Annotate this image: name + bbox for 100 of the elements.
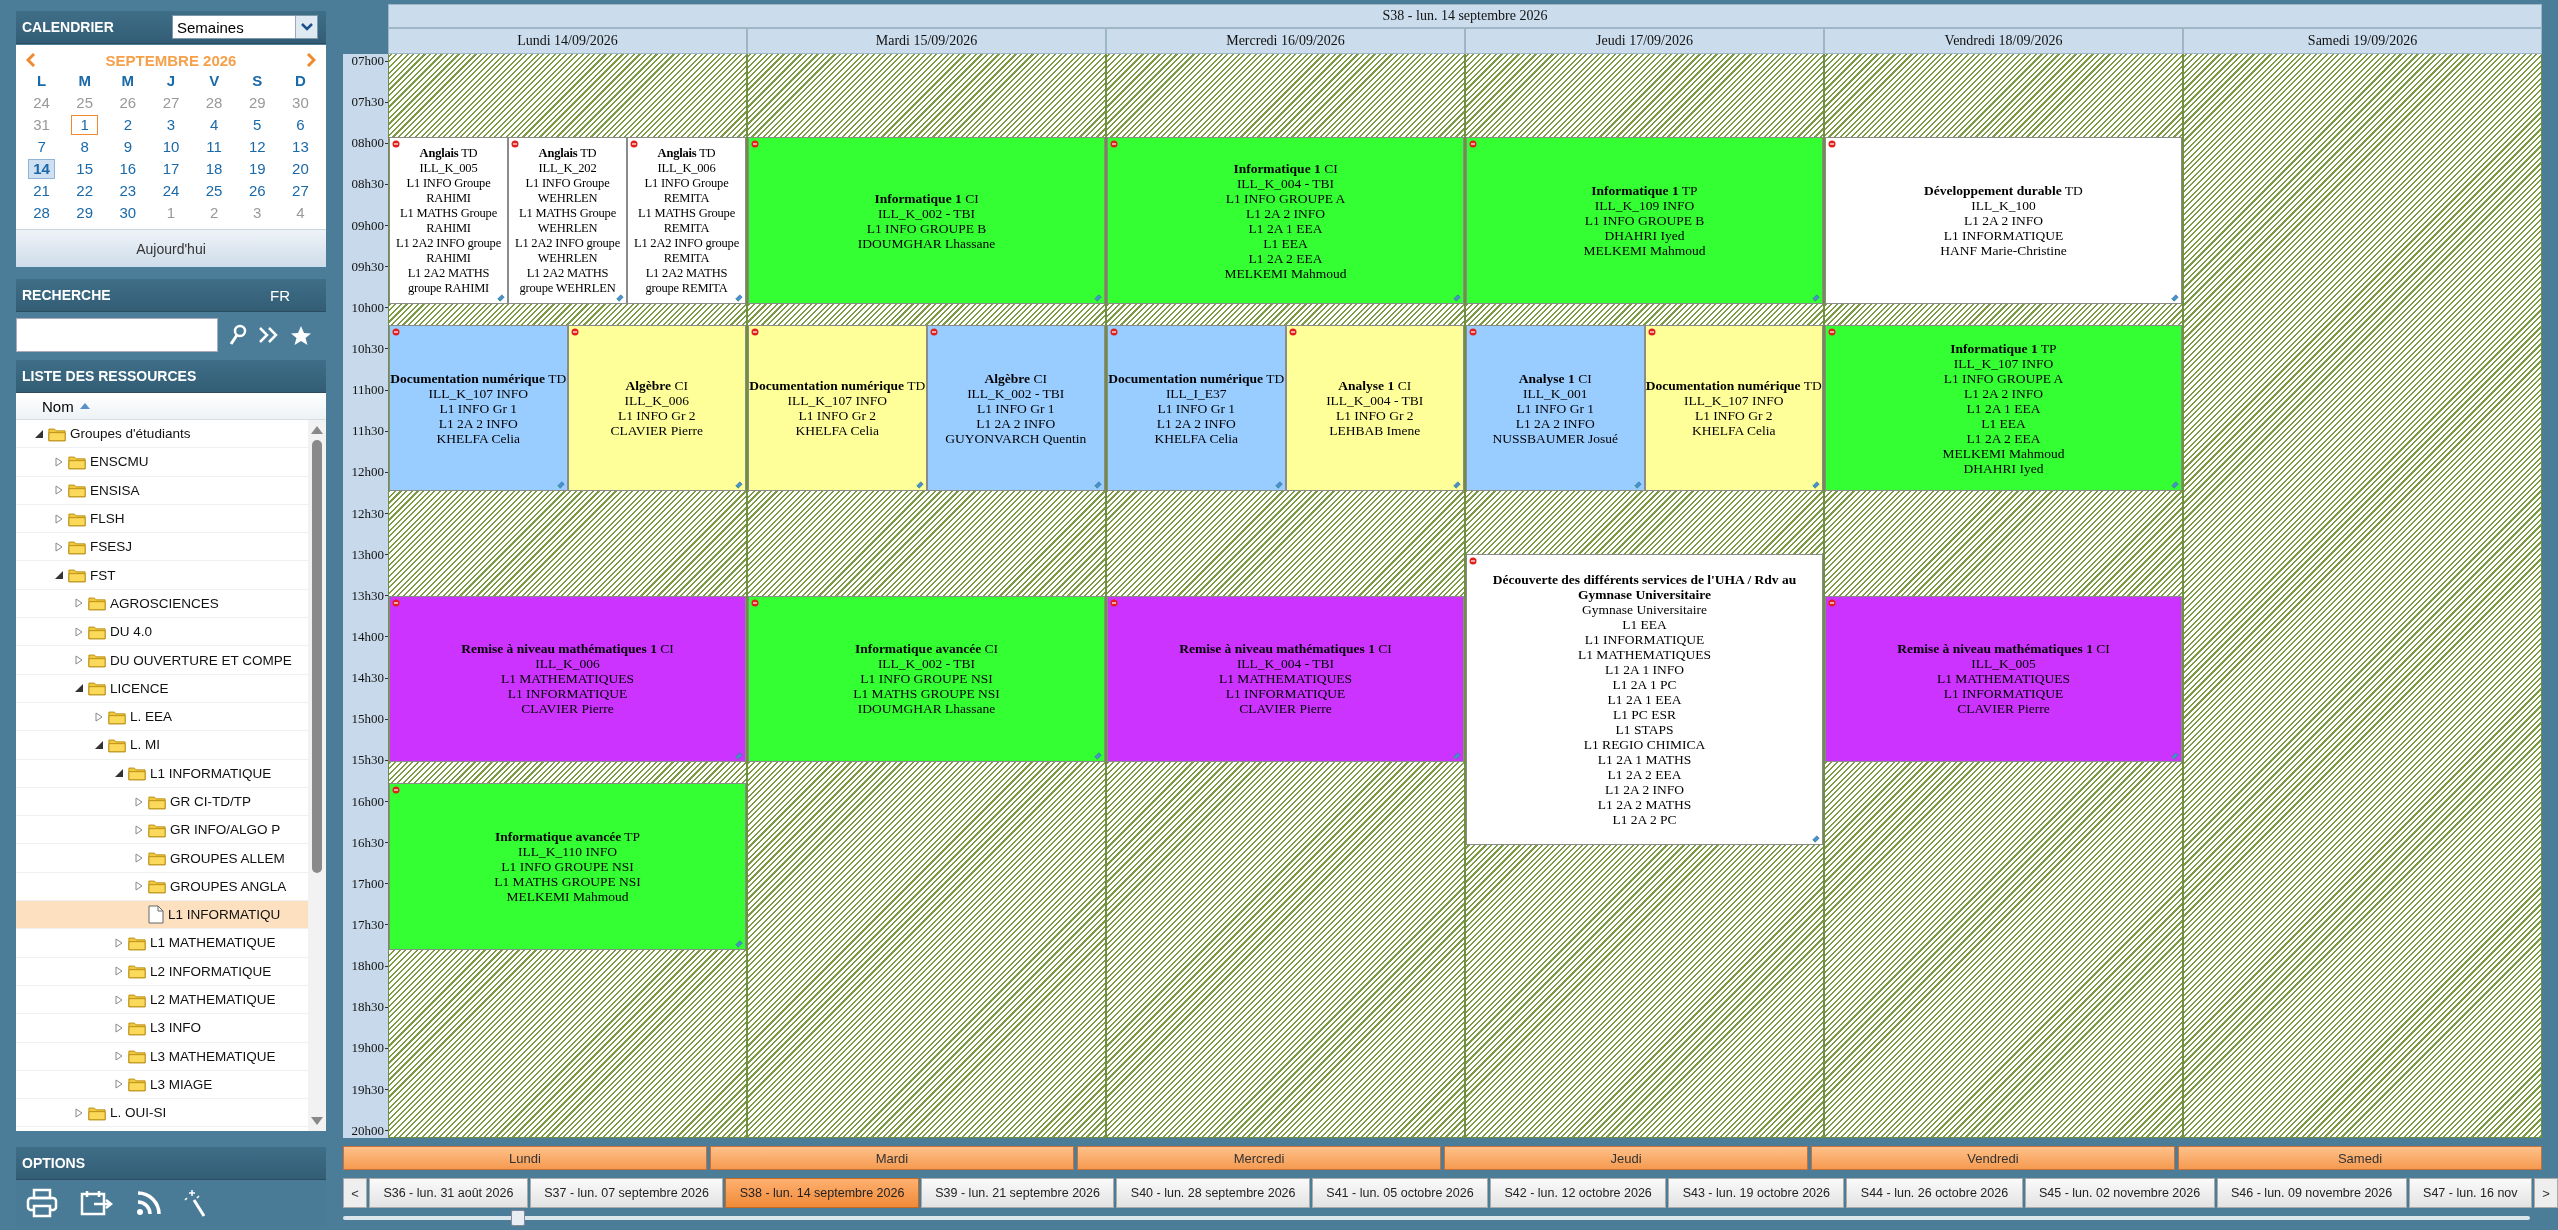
week-tab[interactable]: S46 - lun. 09 novembre 2026 — [2216, 1178, 2407, 1208]
note-icon[interactable] — [735, 752, 743, 761]
calendar-day[interactable]: 16 — [114, 159, 142, 179]
course-event[interactable]: Anglais TD ILL_K_005 L1 INFO Groupe RAHIMI L1 MATHS Groupe RAHIMI L1 2A2 INFO groupe RAHIMI L1 2A2 MATHS groupe RAHIMI — [389, 137, 508, 304]
course-event[interactable]: Documentation numérique TD ILL_I_E37 L1 INFO Gr 1 L1 2A 2 INFO KHELFA Celia — [1107, 324, 1286, 492]
course-event[interactable]: Algèbre CI ILL_K_006 L1 INFO Gr 2 CLAVIER Pierre — [567, 324, 746, 492]
course-event[interactable]: Informatique 1 CI ILL_K_002 - TBI L1 INFO GROUPE B IDOUMGHAR Lhassane — [748, 137, 1105, 304]
course-event[interactable]: Remise à niveau mathématiques 1 CI ILL_K_005 L1 MATHEMATIQUES L1 INFORMATIQUE CLAVIER Pierre — [1825, 595, 2182, 763]
remove-icon[interactable] — [751, 140, 759, 149]
expand-icon[interactable] — [134, 824, 144, 835]
search-icon[interactable] — [228, 324, 248, 346]
scrollbar-thumb[interactable] — [312, 440, 322, 874]
week-tab[interactable]: S44 - lun. 26 octobre 2026 — [1846, 1178, 2023, 1208]
remove-icon[interactable] — [1288, 327, 1297, 336]
expand-icon[interactable] — [134, 853, 144, 864]
remove-icon[interactable] — [392, 598, 400, 607]
note-icon[interactable] — [616, 293, 624, 302]
calendar-day[interactable]: 17 — [157, 159, 185, 179]
calendar-day[interactable]: 14 — [28, 159, 56, 179]
calendar-day[interactable]: 15 — [71, 159, 99, 179]
calendar-day[interactable]: 30 — [114, 203, 142, 223]
scroll-down-icon[interactable] — [311, 1117, 323, 1125]
note-icon[interactable] — [1094, 481, 1102, 490]
calendar-day[interactable]: 3 — [157, 115, 185, 135]
tree-item[interactable]: L1 INFORMATIQU — [16, 901, 308, 930]
collapse-icon[interactable] — [54, 570, 64, 581]
note-icon[interactable] — [556, 481, 565, 490]
remove-icon[interactable] — [1110, 327, 1118, 336]
course-event[interactable]: Informatique avancée CI ILL_K_002 - TBI L1 INFO GROUPE NSI L1 MATHS GROUPE NSI IDOUMGHAR Lhassane — [748, 595, 1105, 763]
note-icon[interactable] — [1094, 752, 1102, 761]
day-button[interactable]: Lundi — [343, 1146, 707, 1170]
calendar-day[interactable]: 18 — [200, 159, 228, 179]
note-icon[interactable] — [735, 293, 743, 302]
chevron-left-icon[interactable] — [26, 53, 36, 67]
expand-icon[interactable] — [54, 541, 64, 552]
calendar-day[interactable]: 1 — [71, 115, 99, 135]
calendar-day[interactable]: 7 — [28, 137, 56, 157]
note-icon[interactable] — [1094, 293, 1102, 302]
expand-icon[interactable] — [74, 1107, 84, 1118]
week-tab[interactable]: S37 - lun. 07 septembre 2026 — [529, 1178, 724, 1208]
calendar-day[interactable]: 13 — [286, 137, 314, 157]
course-event[interactable]: Documentation numérique TD ILL_K_107 INFO L1 INFO Gr 2 KHELFA Celia — [1644, 324, 1823, 492]
rss-icon[interactable] — [136, 1190, 162, 1216]
calendar-day[interactable]: 11 — [200, 137, 228, 157]
expand-icon[interactable] — [54, 513, 64, 524]
calendar-day[interactable]: 22 — [71, 181, 99, 201]
remove-icon[interactable] — [1110, 140, 1118, 149]
collapse-icon[interactable] — [114, 768, 124, 779]
remove-icon[interactable] — [392, 785, 400, 794]
expand-icon[interactable] — [114, 1022, 124, 1033]
scroll-up-icon[interactable] — [311, 426, 323, 434]
expand-icon[interactable] — [114, 938, 124, 948]
note-icon[interactable] — [1453, 293, 1461, 302]
note-icon[interactable] — [1812, 835, 1820, 844]
day-button[interactable]: Vendredi — [1811, 1146, 2175, 1170]
double-chevron-icon[interactable] — [258, 326, 280, 344]
remove-icon[interactable] — [570, 327, 579, 336]
star-icon[interactable] — [290, 324, 312, 346]
expand-icon[interactable] — [94, 711, 104, 722]
expand-icon[interactable] — [74, 655, 84, 665]
remove-icon[interactable] — [1469, 327, 1477, 336]
note-icon[interactable] — [1633, 481, 1642, 490]
remove-icon[interactable] — [630, 140, 638, 149]
calendar-day[interactable]: 5 — [243, 115, 271, 135]
week-tab[interactable]: S42 - lun. 12 octobre 2026 — [1490, 1178, 1667, 1208]
week-tab[interactable]: S45 - lun. 02 novembre 2026 — [2024, 1178, 2215, 1208]
expand-icon[interactable] — [114, 994, 124, 1005]
note-icon[interactable] — [1812, 481, 1820, 490]
course-event[interactable]: Analyse 1 CI ILL_K_001 L1 INFO Gr 1 L1 2A 2 INFO NUSSBAUMER Josué — [1466, 324, 1645, 492]
expand-icon[interactable] — [114, 966, 124, 977]
note-icon[interactable] — [2171, 752, 2179, 761]
today-button[interactable]: Aujourd'hui — [16, 229, 326, 267]
day-button[interactable]: Mardi — [710, 1146, 1074, 1170]
week-tab[interactable]: S47 - lun. 16 nov — [2408, 1178, 2532, 1208]
course-event[interactable]: Anglais TD ILL_K_006 L1 INFO Groupe REMITA L1 MATHS Groupe REMITA L1 2A2 INFO groupe REMITA L1 2A2 MATHS groupe REMITA — [627, 137, 746, 304]
calendar-day[interactable]: 4 — [200, 115, 228, 135]
course-event[interactable]: Algèbre CI ILL_K_002 - TBI L1 INFO Gr 1 L1 2A 2 INFO GUYONVARCH Quentin — [926, 324, 1105, 492]
calendar-day[interactable]: 12 — [243, 137, 271, 157]
calendar-day[interactable]: 23 — [114, 181, 142, 201]
day-button[interactable]: Samedi — [2178, 1146, 2542, 1170]
week-tab[interactable]: S39 - lun. 21 septembre 2026 — [920, 1178, 1115, 1208]
remove-icon[interactable] — [511, 140, 519, 149]
course-event[interactable]: Informatique 1 CI ILL_K_004 - TBI L1 INFO GROUPE A L1 2A 2 INFO L1 2A 1 EEA L1 EEA L1 2A 2 EEA MELKEMI Mahmoud — [1107, 137, 1464, 304]
remove-icon[interactable] — [751, 598, 759, 607]
view-select[interactable]: Semaines — [172, 15, 318, 39]
remove-icon[interactable] — [1647, 327, 1656, 336]
note-icon[interactable] — [735, 481, 743, 490]
note-icon[interactable] — [2171, 293, 2179, 302]
note-icon[interactable] — [497, 293, 505, 302]
calendar-day[interactable]: 25 — [200, 181, 228, 201]
note-icon[interactable] — [2171, 481, 2179, 490]
note-icon[interactable] — [735, 939, 743, 948]
expand-icon[interactable] — [74, 626, 84, 637]
magic-wand-icon[interactable] — [184, 1188, 208, 1218]
expand-icon[interactable] — [114, 1051, 124, 1062]
remove-icon[interactable] — [392, 327, 400, 336]
week-tab[interactable]: S43 - lun. 19 octobre 2026 — [1668, 1178, 1845, 1208]
calendar-day[interactable]: 21 — [28, 181, 56, 201]
remove-icon[interactable] — [1828, 140, 1836, 149]
day-button[interactable]: Mercredi — [1077, 1146, 1441, 1170]
